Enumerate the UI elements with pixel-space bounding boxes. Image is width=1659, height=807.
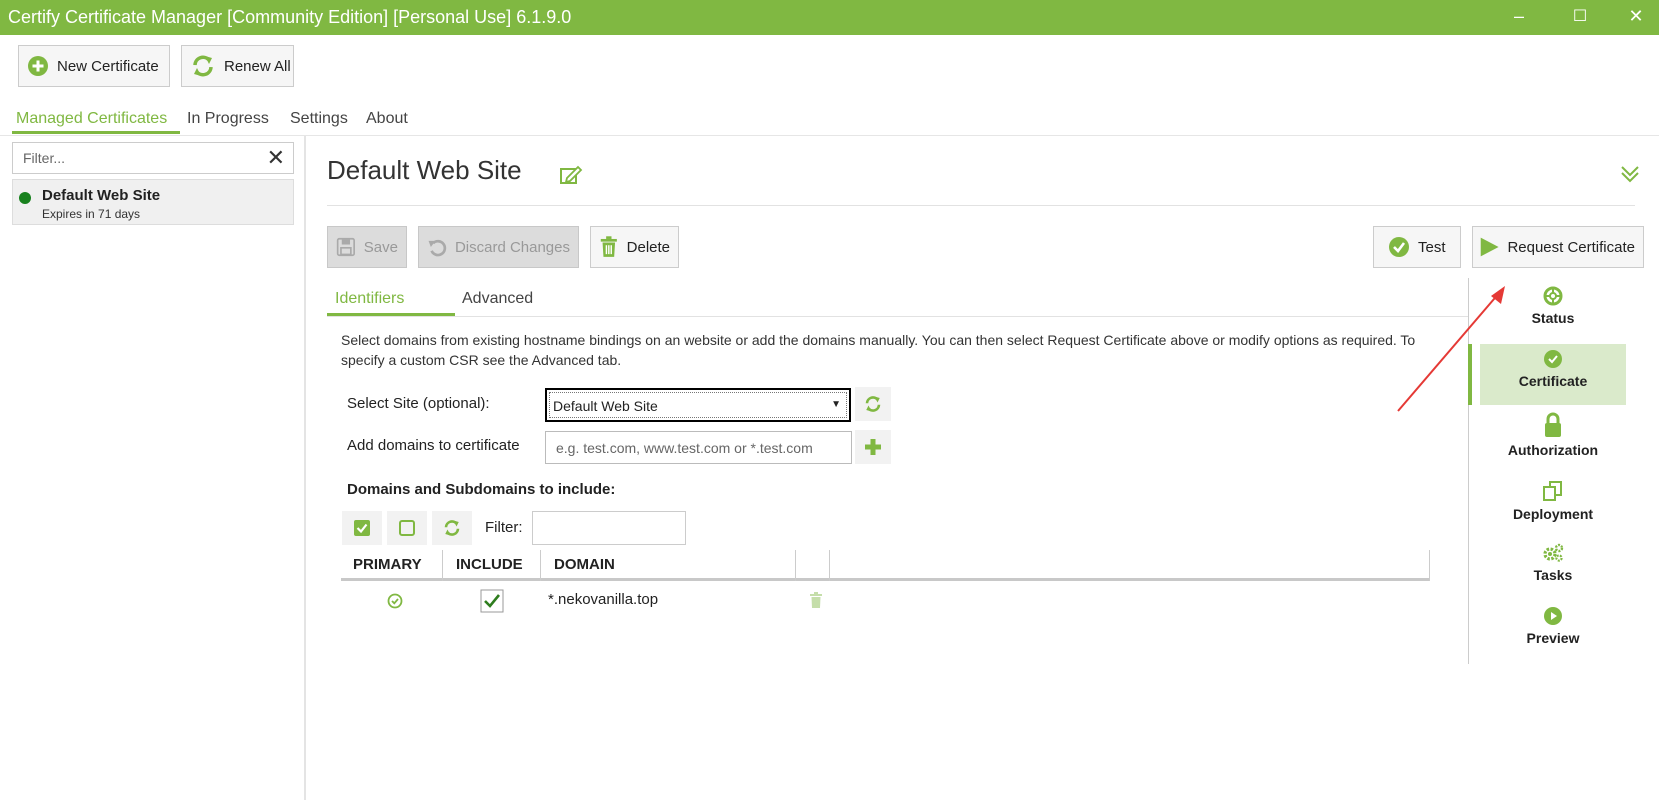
- domains-table-header: PRIMARY INCLUDE DOMAIN: [341, 550, 1430, 581]
- nav-tasks[interactable]: Tasks: [1480, 543, 1626, 593]
- test-button[interactable]: Test: [1373, 226, 1461, 268]
- nav-preview-label: Preview: [1526, 630, 1580, 646]
- nav-deployment[interactable]: Deployment: [1480, 480, 1626, 530]
- select-all-button[interactable]: [342, 511, 382, 545]
- active-tab-indicator: [12, 131, 180, 134]
- tab-identifiers[interactable]: Identifiers: [335, 290, 404, 308]
- column-separator: [442, 550, 443, 581]
- primary-radio-icon[interactable]: [387, 593, 403, 609]
- nav-authorization-label: Authorization: [1507, 442, 1599, 458]
- save-label: Save: [363, 238, 398, 256]
- column-separator: [1429, 550, 1430, 581]
- page-title: Default Web Site: [327, 155, 522, 185]
- new-certificate-button[interactable]: New Certificate: [18, 45, 170, 87]
- close-button[interactable]: ✕: [1612, 0, 1659, 35]
- delete-label: Delete: [626, 238, 670, 256]
- checkbox-empty-icon: [399, 520, 415, 536]
- tab-managed-certificates[interactable]: Managed Certificates: [16, 110, 167, 128]
- request-certificate-label: Request Certificate: [1507, 238, 1635, 256]
- select-none-button[interactable]: [387, 511, 427, 545]
- plus-circle-icon: [28, 56, 48, 76]
- status-dot-icon: [19, 192, 31, 204]
- save-button[interactable]: Save: [327, 226, 407, 268]
- nav-authorization[interactable]: Authorization: [1480, 412, 1626, 462]
- dropdown-arrow-icon: ▼: [831, 399, 841, 410]
- gears-icon: [1543, 543, 1564, 562]
- column-separator: [795, 550, 796, 581]
- check-circle-icon: [1389, 237, 1409, 257]
- play-icon: [1480, 237, 1499, 257]
- nav-status-label: Status: [1531, 310, 1575, 326]
- plus-icon: [865, 439, 881, 455]
- test-label: Test: [1418, 238, 1446, 256]
- certificate-expiry: Expires in 71 days: [42, 207, 141, 221]
- tab-in-progress[interactable]: In Progress: [187, 110, 269, 128]
- refresh-domains-button[interactable]: [432, 511, 472, 545]
- site-select-value: Default Web Site: [553, 398, 658, 414]
- column-include: INCLUDE: [456, 556, 523, 573]
- window-title: Certify Certificate Manager [Community E…: [8, 7, 572, 27]
- column-separator: [829, 550, 830, 581]
- trash-icon[interactable]: [809, 592, 823, 608]
- domain-cell: *.nekovanilla.top: [548, 591, 659, 608]
- copy-icon: [1543, 481, 1562, 501]
- column-separator: [540, 550, 541, 581]
- filter-input[interactable]: [13, 143, 253, 173]
- undo-icon: [428, 239, 447, 257]
- lock-icon: [1545, 412, 1561, 437]
- nav-tasks-label: Tasks: [1533, 567, 1573, 583]
- tab-about[interactable]: About: [366, 110, 408, 128]
- discard-changes-button[interactable]: Discard Changes: [418, 226, 579, 268]
- checkbox-checked-icon: [354, 520, 370, 536]
- site-select-dropdown[interactable]: Default Web Site ▼: [545, 388, 851, 422]
- filter-box: ✕: [12, 142, 294, 174]
- refresh-icon: [865, 396, 881, 412]
- clear-filter-icon[interactable]: ✕: [267, 145, 285, 171]
- minimize-button[interactable]: –: [1495, 0, 1543, 35]
- select-site-label: Select Site (optional):: [347, 395, 490, 412]
- annotation-arrow: [1397, 286, 1505, 412]
- include-checkbox[interactable]: [480, 589, 504, 613]
- divider: [327, 205, 1635, 206]
- certificate-list-item[interactable]: Default Web Site Expires in 71 days: [12, 179, 294, 225]
- collapse-chevron-icon[interactable]: [1619, 163, 1641, 185]
- add-domains-label: Add domains to certificate: [347, 437, 520, 454]
- lifebuoy-icon: [1543, 286, 1563, 306]
- request-certificate-button[interactable]: Request Certificate: [1472, 226, 1644, 268]
- domain-filter-input[interactable]: [532, 511, 686, 545]
- nav-certificate-label: Certificate: [1518, 373, 1588, 389]
- domains-heading: Domains and Subdomains to include:: [347, 481, 616, 498]
- discard-changes-label: Discard Changes: [454, 238, 570, 256]
- refresh-icon: [193, 55, 213, 77]
- tab-advanced[interactable]: Advanced: [462, 290, 533, 308]
- domain-filter-label: Filter:: [485, 519, 523, 536]
- refresh-sites-button[interactable]: [855, 387, 891, 421]
- panel-splitter[interactable]: [304, 136, 306, 800]
- divider: [327, 316, 1469, 317]
- title-bar: Certify Certificate Manager [Community E…: [0, 0, 1659, 35]
- certificate-name: Default Web Site: [42, 187, 161, 204]
- description-text: Select domains from existing hostname bi…: [341, 332, 1416, 368]
- divider: [0, 135, 1659, 136]
- refresh-icon: [444, 520, 460, 536]
- nav-deployment-label: Deployment: [1512, 506, 1594, 522]
- column-primary: PRIMARY: [353, 556, 422, 573]
- add-domains-input[interactable]: [545, 431, 852, 464]
- certificate-icon: [1544, 350, 1562, 368]
- trash-icon: [600, 236, 617, 257]
- save-icon: [336, 237, 355, 257]
- edit-icon[interactable]: [559, 164, 583, 186]
- new-certificate-label: New Certificate: [57, 57, 159, 75]
- delete-button[interactable]: Delete: [590, 226, 679, 268]
- renew-all-button[interactable]: Renew All: [181, 45, 294, 87]
- active-tab-indicator: [327, 313, 455, 316]
- nav-preview[interactable]: Preview: [1480, 606, 1626, 656]
- tab-settings[interactable]: Settings: [290, 110, 348, 128]
- column-domain: DOMAIN: [554, 556, 615, 573]
- add-domain-button[interactable]: [855, 430, 891, 464]
- play-circle-icon: [1544, 607, 1562, 625]
- renew-all-label: Renew All: [224, 57, 291, 75]
- maximize-button[interactable]: ☐: [1556, 0, 1604, 35]
